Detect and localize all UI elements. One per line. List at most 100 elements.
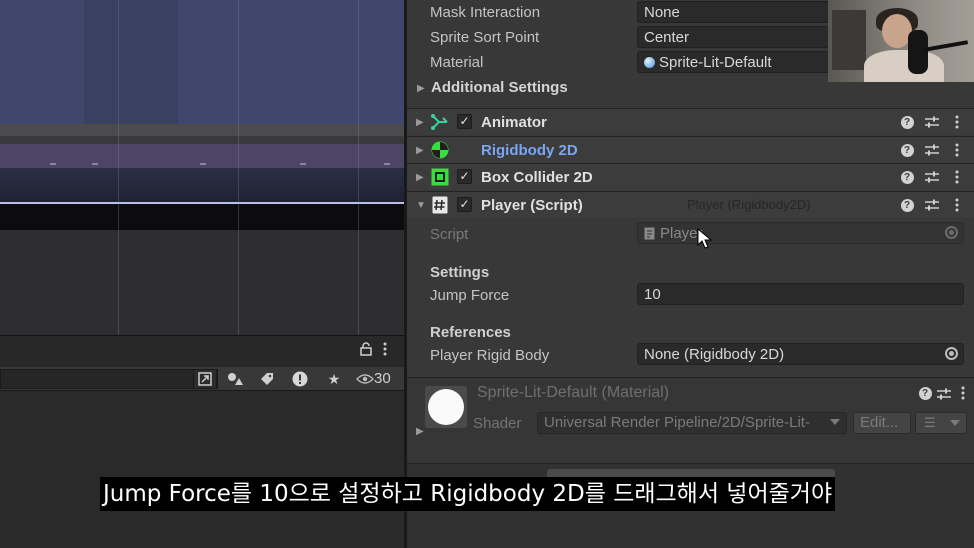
material-sphere-icon — [644, 56, 655, 68]
rigidbody-icon — [431, 141, 449, 159]
component-header-animator[interactable]: ▶ ✓ Animator ? — [407, 108, 974, 135]
component-name: Animator — [481, 114, 547, 131]
project-panel — [0, 391, 404, 548]
sprite-sort-point-label: Sprite Sort Point — [430, 29, 540, 46]
kebab-menu-icon[interactable] — [949, 168, 965, 186]
scene-band — [0, 124, 404, 136]
kebab-menu-icon[interactable] — [961, 386, 965, 405]
help-icon[interactable]: ? — [899, 168, 915, 186]
shapes-filter-icon[interactable] — [223, 369, 247, 389]
material-label: Material — [430, 54, 484, 71]
chevron-down-icon — [830, 419, 840, 425]
sprite-sort-point-value: Center — [644, 28, 690, 46]
shader-dropdown[interactable]: Universal Render Pipeline/2D/Sprite-Lit- — [537, 412, 847, 434]
scene-detail — [384, 163, 390, 165]
player-rigid-body-label: Player Rigid Body — [430, 347, 550, 364]
foldout-arrow-icon[interactable]: ▶ — [416, 172, 424, 183]
hierarchy-toolbar: ★ 30 — [0, 367, 404, 391]
scene-ground — [0, 230, 404, 335]
scene-sky — [0, 0, 404, 124]
visibility-count: 30 — [374, 370, 391, 387]
foldout-arrow-expanded-icon[interactable]: ▼ — [416, 200, 426, 211]
additional-settings-foldout[interactable]: Additional Settings — [431, 79, 568, 96]
material-preview — [425, 386, 467, 428]
scene-grid-line — [118, 0, 119, 335]
lock-icon[interactable] — [360, 342, 372, 360]
component-header-player-script[interactable]: ▼ ✓ Player (Script) Player (Rigidbody2D)… — [407, 191, 974, 218]
player-rigid-body-value: None (Rigidbody 2D) — [644, 345, 785, 363]
component-header-box-collider-2d[interactable]: ▶ ✓ Box Collider 2D ? — [407, 163, 974, 190]
material-value: Sprite-Lit-Default — [659, 53, 772, 71]
mouse-cursor-icon — [697, 228, 713, 249]
object-picker-icon — [945, 226, 958, 239]
script-file-icon — [644, 227, 655, 240]
eye-icon — [356, 374, 374, 384]
component-enabled-checkbox[interactable]: ✓ — [457, 114, 472, 129]
material-name: Sprite-Lit-Default (Material) — [477, 384, 670, 401]
help-icon[interactable]: ? — [899, 141, 915, 159]
chevron-down-icon — [950, 420, 960, 426]
scene-detail — [200, 163, 206, 165]
settings-header: Settings — [430, 264, 490, 281]
component-enabled-checkbox[interactable]: ✓ — [457, 169, 472, 184]
panel-header-bar — [0, 335, 404, 367]
jump-force-input[interactable]: 10 — [637, 283, 964, 305]
scene-detail — [50, 163, 56, 165]
script-icon — [431, 196, 449, 214]
search-input[interactable] — [0, 369, 218, 389]
webcam-overlay — [828, 0, 974, 82]
script-label: Script — [430, 226, 469, 243]
star-favorites-icon[interactable]: ★ — [322, 369, 346, 389]
presets-sliders-icon[interactable] — [924, 113, 940, 131]
component-name: Rigidbody 2D — [481, 142, 578, 159]
edit-shader-button[interactable]: Edit... — [853, 412, 911, 434]
kebab-menu-icon[interactable] — [949, 113, 965, 131]
scene-grid-line — [238, 0, 239, 335]
component-enabled-checkbox[interactable]: ✓ — [457, 197, 472, 212]
presets-sliders-icon[interactable] — [937, 387, 951, 405]
drag-ghost-label: Player (Rigidbody2D) — [687, 197, 811, 212]
shader-options-button[interactable]: ☰ — [915, 412, 967, 434]
mask-interaction-label: Mask Interaction — [430, 4, 541, 21]
script-reference-field: Player — [637, 222, 964, 244]
kebab-menu-icon[interactable] — [383, 342, 387, 360]
microphone-icon — [908, 30, 928, 74]
inspector-panel: Mask Interaction None Sprite Sort Point … — [407, 0, 974, 548]
filter-by-type-icon[interactable] — [193, 369, 217, 389]
webcam-person-body — [864, 50, 944, 82]
component-name: Player (Script) — [481, 197, 583, 214]
warning-icon[interactable] — [288, 369, 312, 389]
video-subtitle: Jump Force를 10으로 설정하고 Rigidbody 2D를 드래그해… — [100, 477, 836, 511]
help-icon[interactable]: ? — [899, 113, 915, 131]
references-header: References — [430, 324, 511, 341]
presets-sliders-icon[interactable] — [924, 141, 940, 159]
foldout-arrow-icon[interactable]: ▶ — [416, 145, 424, 156]
list-icon: ☰ — [924, 415, 936, 430]
label-tag-icon[interactable] — [255, 369, 279, 389]
component-header-rigidbody-2d[interactable]: ▶ Rigidbody 2D ? — [407, 136, 974, 163]
box-collider-icon — [431, 168, 449, 186]
material-inspector: Sprite-Lit-Default (Material) ? Shader U… — [407, 377, 974, 463]
animator-icon — [431, 113, 449, 131]
player-rigid-body-field[interactable]: None (Rigidbody 2D) — [637, 343, 964, 365]
component-name: Box Collider 2D — [481, 169, 593, 186]
help-icon[interactable]: ? — [917, 384, 933, 402]
mask-interaction-value: None — [644, 3, 680, 21]
help-icon[interactable]: ? — [899, 196, 915, 214]
scene-band — [0, 136, 404, 144]
scene-band — [0, 168, 404, 202]
presets-sliders-icon[interactable] — [924, 168, 940, 186]
foldout-arrow-icon[interactable]: ▶ — [416, 426, 424, 437]
scene-detail — [92, 163, 98, 165]
jump-force-value: 10 — [644, 285, 661, 303]
object-picker-icon[interactable] — [945, 347, 958, 360]
presets-sliders-icon[interactable] — [924, 196, 940, 214]
foldout-arrow-icon[interactable]: ▶ — [417, 83, 425, 94]
scene-detail — [300, 163, 306, 165]
kebab-menu-icon[interactable] — [949, 196, 965, 214]
scene-view[interactable] — [0, 0, 404, 335]
kebab-menu-icon[interactable] — [949, 141, 965, 159]
visibility-counter[interactable]: 30 — [356, 370, 391, 387]
jump-force-label[interactable]: Jump Force — [430, 287, 509, 304]
foldout-arrow-icon[interactable]: ▶ — [416, 117, 424, 128]
